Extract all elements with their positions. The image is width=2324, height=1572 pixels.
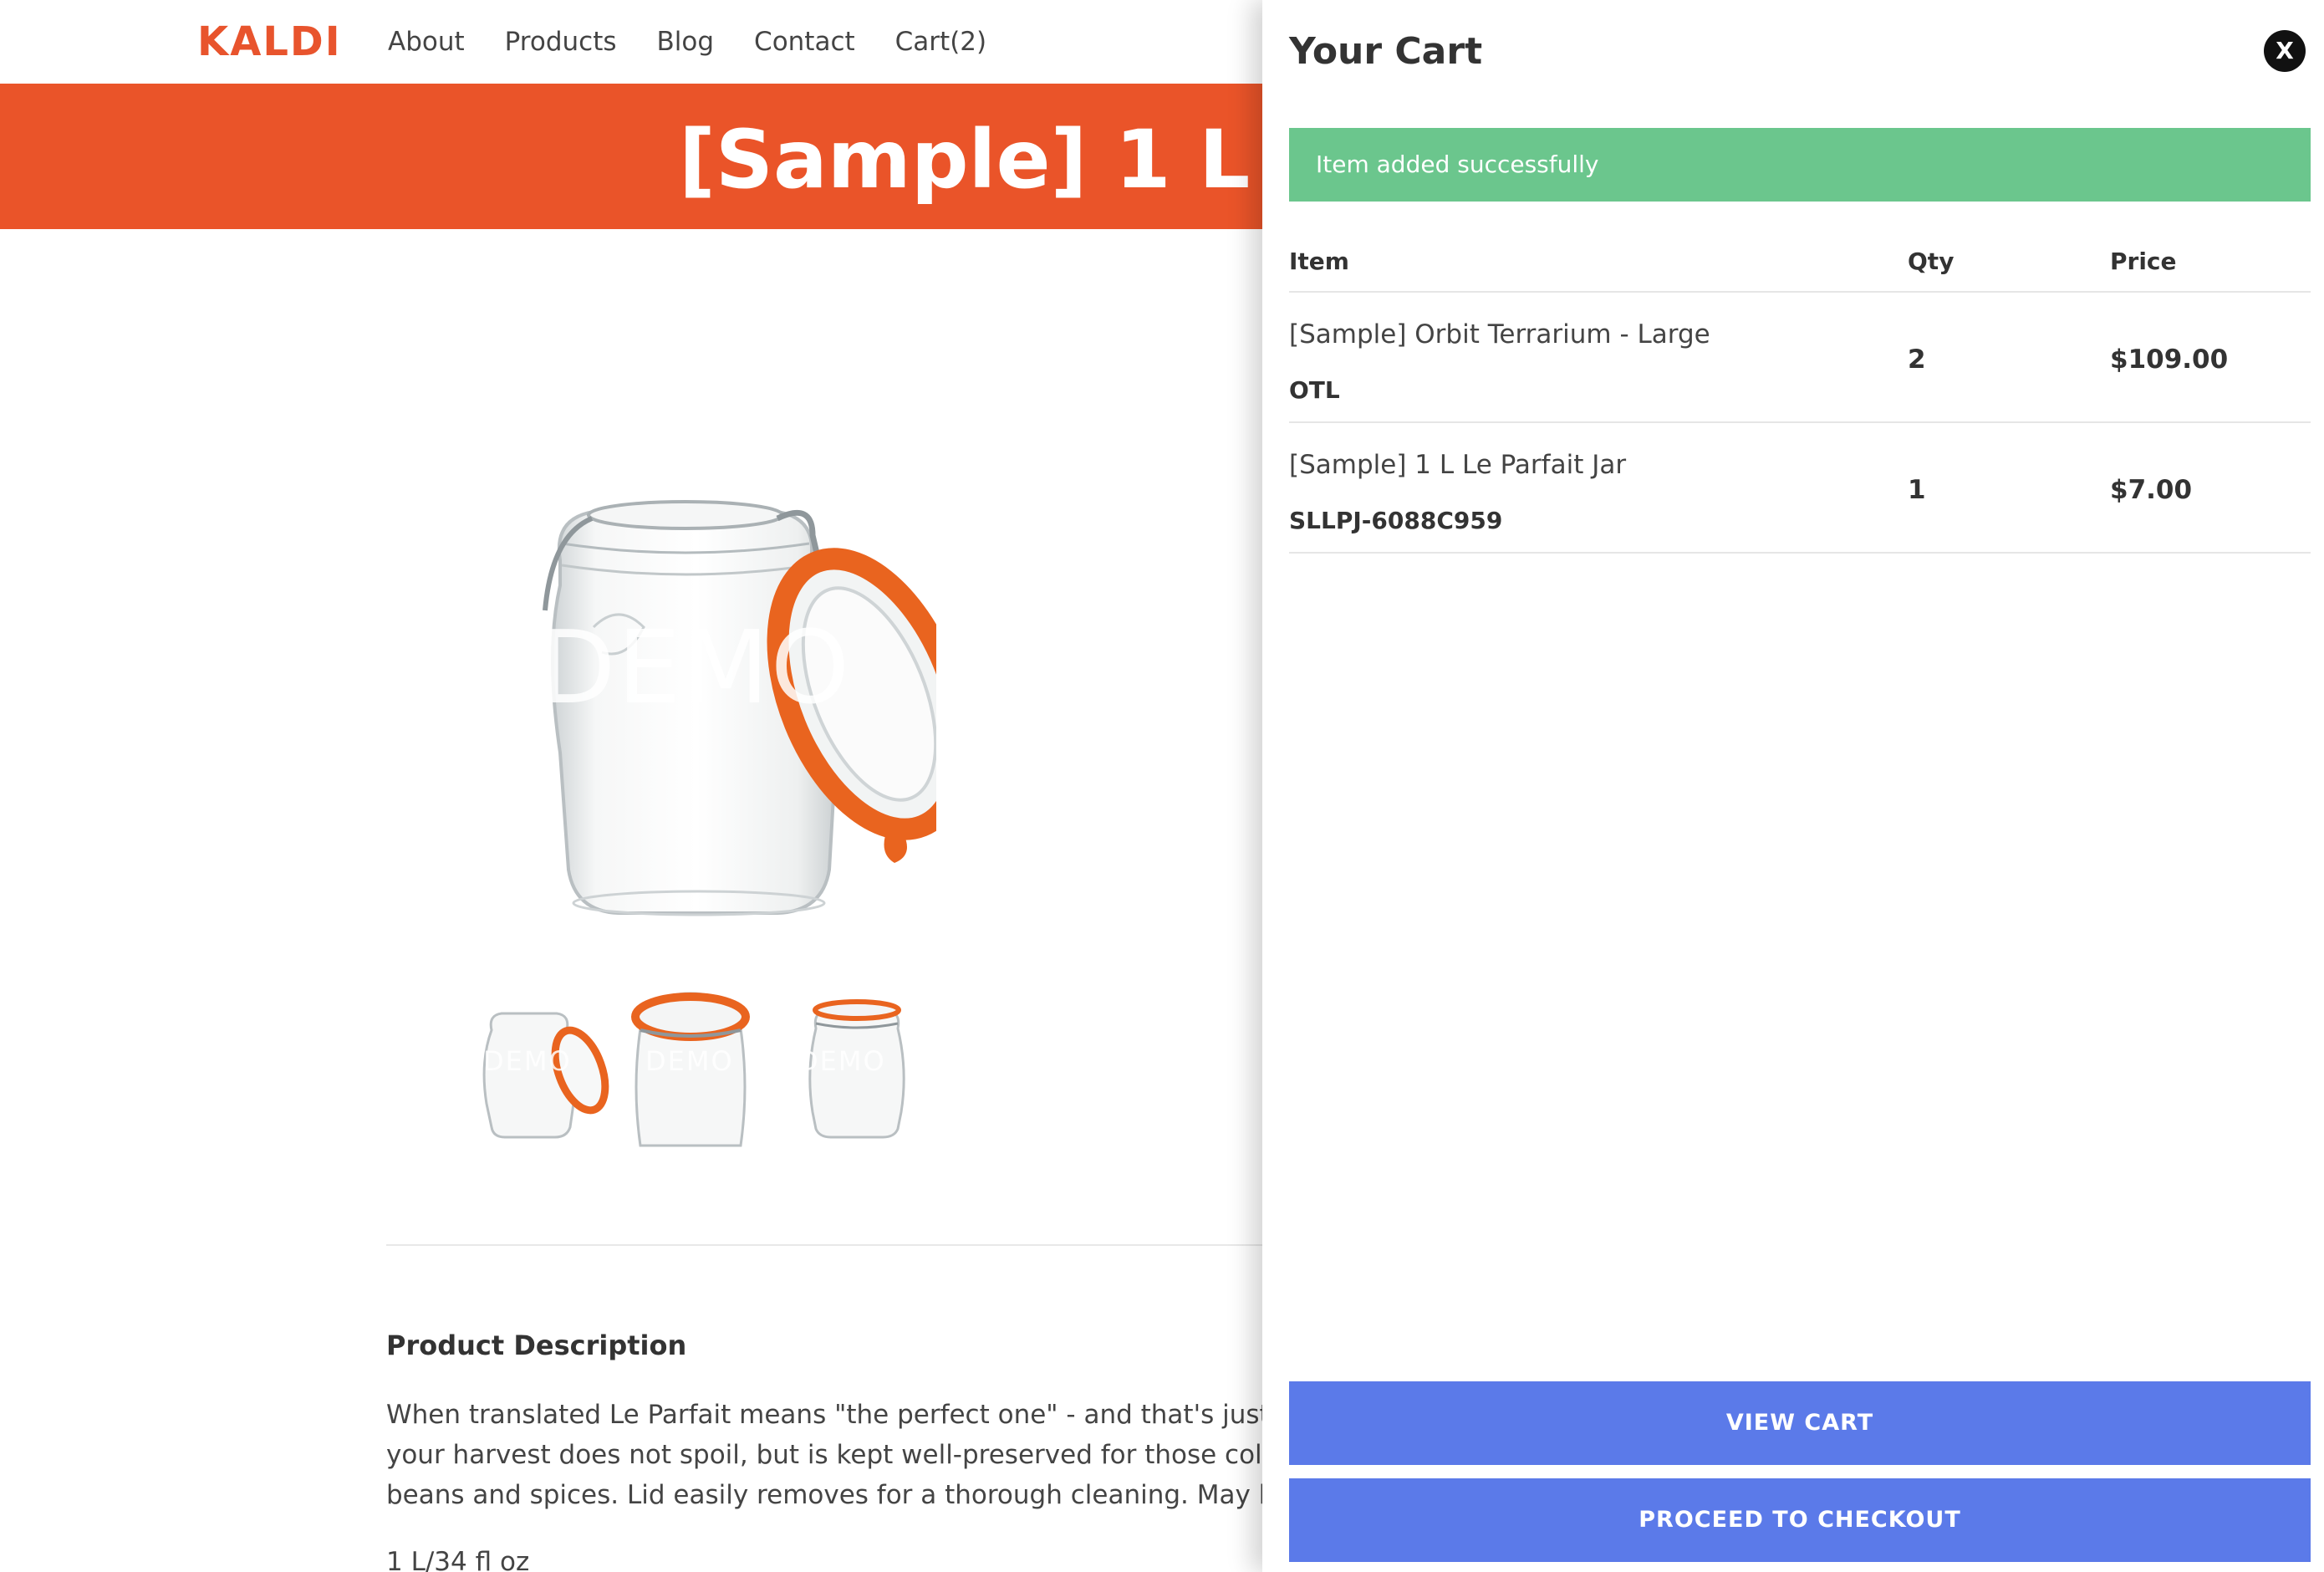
main-nav: About Products Blog Contact Cart(2): [388, 23, 1027, 60]
description-heading: Product Description: [386, 1330, 687, 1361]
cart-item-qty: 1: [1908, 475, 1926, 505]
cart-item-qty: 2: [1908, 345, 1926, 375]
qty-column-header: Qty: [1908, 248, 1955, 275]
item-column-header: Item: [1289, 248, 1349, 275]
cart-row: [Sample] 1 L Le Parfait Jar SLLPJ-6088C9…: [1289, 423, 2311, 554]
nav-about-link[interactable]: About: [388, 23, 465, 60]
product-thumbnail[interactable]: DEMO: [794, 987, 928, 1154]
site-header: KALDI About Products Blog Contact Cart(2…: [0, 0, 1262, 84]
cart-item-price: $7.00: [2110, 475, 2193, 505]
nav-cart-link[interactable]: Cart(2): [895, 23, 986, 60]
nav-blog-link[interactable]: Blog: [657, 23, 715, 60]
product-thumbnails: DEMO DEMO DEMO: [477, 987, 928, 1154]
description-line: When translated Le Parfait means "the pe…: [386, 1400, 1262, 1430]
hero-banner: [Sample] 1 L Le Parfait Jar: [0, 84, 1262, 229]
cart-item-sku: OTL: [1289, 376, 1340, 404]
product-main-image[interactable]: DEMO: [502, 485, 972, 937]
checkout-button[interactable]: PROCEED TO CHECKOUT: [1289, 1478, 2311, 1562]
cart-table-header: Item Qty Price: [1289, 242, 2311, 293]
close-cart-button[interactable]: X: [2264, 30, 2306, 72]
cart-drawer: Your Cart X Item added successfully Item…: [1262, 0, 2324, 1572]
cart-table: Item Qty Price [Sample] Orbit Terrarium …: [1289, 242, 2311, 554]
cart-item-sku: SLLPJ-6088C959: [1289, 507, 1503, 534]
cart-item-price: $109.00: [2110, 345, 2229, 375]
cart-row: [Sample] Orbit Terrarium - Large OTL 2 $…: [1289, 293, 2311, 423]
product-size: 1 L/34 fl oz: [386, 1547, 530, 1572]
nav-contact-link[interactable]: Contact: [754, 23, 855, 60]
product-thumbnail[interactable]: DEMO: [624, 987, 757, 1154]
page-title: [Sample] 1 L Le Parfait Jar: [679, 113, 1262, 207]
product-thumbnail[interactable]: DEMO: [477, 987, 610, 1154]
view-cart-button[interactable]: VIEW CART: [1289, 1381, 2311, 1465]
section-divider: [386, 1244, 1262, 1246]
cart-item-name[interactable]: [Sample] Orbit Terrarium - Large: [1289, 319, 1710, 350]
success-alert: Item added successfully: [1289, 128, 2311, 202]
cart-item-name[interactable]: [Sample] 1 L Le Parfait Jar: [1289, 450, 1626, 480]
nav-products-link[interactable]: Products: [505, 23, 617, 60]
site-logo[interactable]: KALDI: [197, 17, 342, 67]
product-description: When translated Le Parfait means "the pe…: [386, 1395, 1262, 1515]
price-column-header: Price: [2110, 248, 2177, 275]
description-line: beans and spices. Lid easily removes for…: [386, 1480, 1262, 1510]
cart-title: Your Cart: [1289, 30, 1483, 73]
description-line: your harvest does not spoil, but is kept…: [386, 1440, 1262, 1470]
